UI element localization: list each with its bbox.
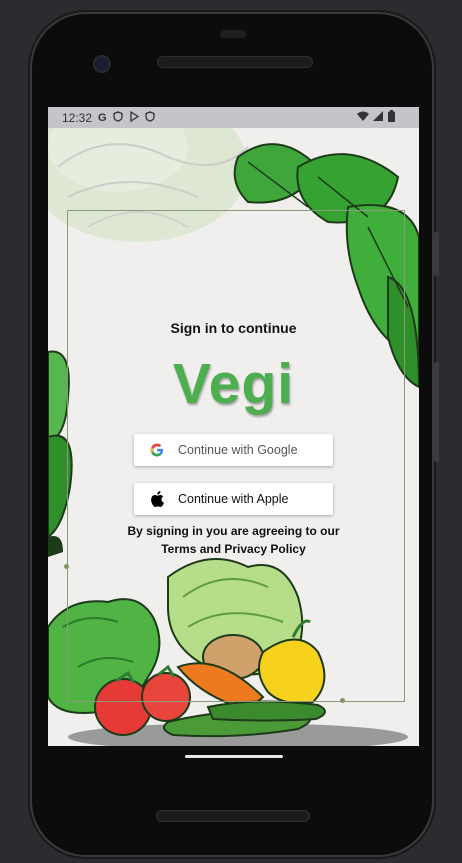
play-icon — [129, 110, 139, 125]
agreement-text: By signing in you are agreeing to our — [127, 524, 340, 538]
top-slot — [220, 30, 246, 38]
sign-in-heading: Sign in to continue — [170, 320, 297, 336]
gesture-home-bar[interactable] — [185, 755, 283, 758]
power-button — [434, 232, 439, 276]
google-button-label: Continue with Google — [178, 443, 298, 457]
bottom-speaker — [156, 810, 310, 822]
apple-sign-in-button[interactable]: Continue with Apple — [134, 483, 333, 515]
terms-privacy-link[interactable]: Terms and Privacy Policy — [48, 542, 419, 556]
earpiece-speaker — [157, 56, 313, 68]
shield-icon — [144, 110, 155, 125]
google-sign-in-button[interactable]: Continue with Google — [134, 434, 333, 466]
app-screen: 12:32 G Sign in to continue Vegi Continu… — [48, 107, 419, 746]
signal-icon — [373, 110, 384, 125]
shield-icon — [112, 110, 123, 125]
wifi-icon — [357, 111, 369, 125]
app-logo-text: Vegi — [172, 352, 295, 416]
battery-icon — [388, 110, 395, 125]
apple-button-label: Continue with Apple — [178, 492, 289, 506]
frame-dot — [64, 564, 69, 569]
google-g-icon: G — [98, 111, 107, 124]
volume-button — [434, 362, 439, 462]
google-logo-icon — [149, 442, 165, 458]
frame-dot — [340, 698, 345, 703]
status-bar: 12:32 G — [48, 107, 419, 128]
apple-logo-icon — [149, 491, 165, 507]
front-camera — [93, 55, 111, 73]
status-time: 12:32 — [62, 110, 93, 125]
